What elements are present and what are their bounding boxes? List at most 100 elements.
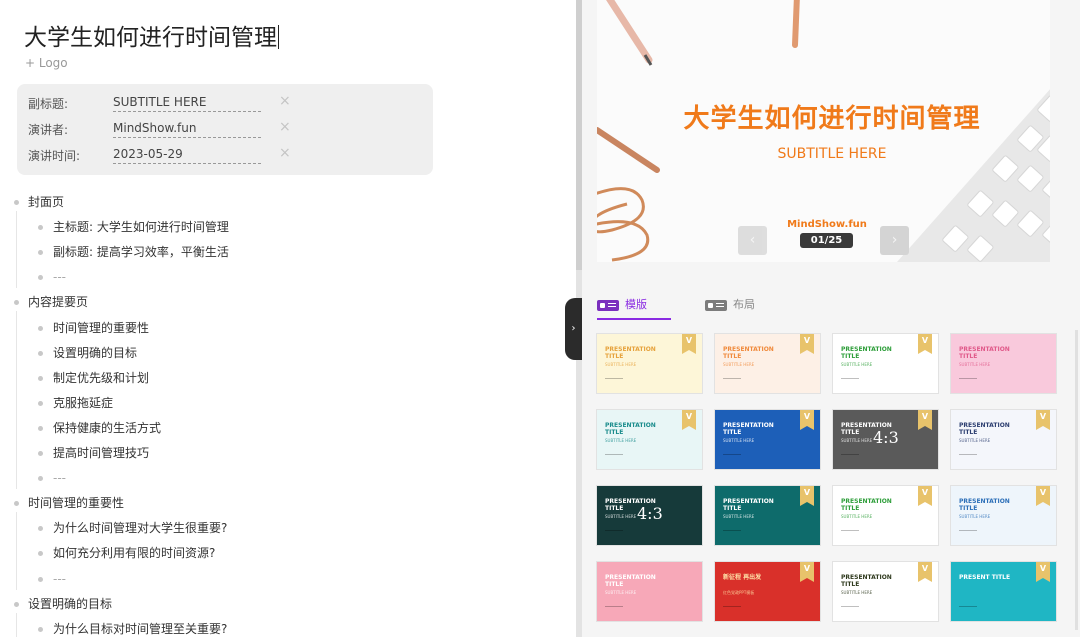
outline-item[interactable]: 克服拖延症 [37, 394, 113, 412]
bullet-icon[interactable] [38, 577, 43, 582]
vip-badge-icon: V [682, 334, 696, 354]
cover-meta-panel: 副标题: SUBTITLE HERE × 演讲者: MindShow.fun ×… [17, 84, 433, 175]
template-subtitle: SUBTITLE HERE [841, 362, 873, 367]
bullet-icon[interactable] [38, 225, 43, 230]
outline-item[interactable]: --- [37, 570, 66, 588]
outline-item[interactable]: 为什么时间管理对大学生很重要? [37, 519, 227, 537]
template-dark-43-a[interactable]: PRESENTATION TITLE SUBTITLE HERE 4:3 V [832, 409, 939, 470]
template-cyan-doctor[interactable]: PRESENT TITLE V [950, 561, 1057, 622]
outline-text: 时间管理的重要性 [28, 496, 125, 510]
template-title: PRESENTATION TITLE [841, 574, 892, 588]
add-logo-link[interactable]: + Logo [25, 56, 68, 70]
outline-section[interactable]: 封面页 [12, 193, 64, 211]
bullet-icon[interactable] [14, 602, 19, 607]
template-red-new-journey[interactable]: 新征程 再出发 红色党政PPT模板 V [714, 561, 821, 622]
bullet-icon[interactable] [38, 351, 43, 356]
outline-item[interactable]: --- [37, 268, 66, 286]
outline-section[interactable]: 时间管理的重要性 [12, 494, 124, 512]
outline-item[interactable]: 设置明确的目标 [37, 344, 137, 362]
template-green-classroom[interactable]: PRESENTATION TITLE SUBTITLE HERE V [832, 485, 939, 546]
template-blue-chart[interactable]: PRESENTATION TITLE SUBTITLE HERE V [714, 409, 821, 470]
template-footer-line [605, 454, 623, 459]
outline-section[interactable]: 内容提要页 [12, 293, 88, 311]
outline-rail [16, 311, 17, 489]
template-orange-finance[interactable]: PRESENTATION TITLE SUBTITLE HERE V [714, 333, 821, 394]
bullet-icon[interactable] [38, 451, 43, 456]
template-subtitle: SUBTITLE HERE [723, 438, 755, 443]
outline-text: 克服拖延症 [53, 396, 114, 410]
speaker-field[interactable]: MindShow.fun [113, 121, 261, 138]
bullet-icon[interactable] [38, 426, 43, 431]
tab-templates[interactable]: 模版 [597, 290, 671, 320]
template-blue-students[interactable]: PRESENTATION TITLE SUBTITLE HERE V [950, 485, 1057, 546]
outline-item[interactable]: 制定优先级和计划 [37, 369, 149, 387]
clear-icon[interactable]: × [279, 145, 291, 161]
clear-icon[interactable]: × [279, 93, 291, 109]
bullet-icon[interactable] [14, 200, 19, 205]
clear-icon[interactable]: × [279, 119, 291, 135]
template-footer-line [841, 606, 859, 611]
outline-item[interactable]: 时间管理的重要性 [37, 319, 149, 337]
template-subtitle: SUBTITLE HERE [841, 514, 873, 519]
outline-text: --- [53, 270, 66, 284]
meta-row-subtitle: 副标题: SUBTITLE HERE × [28, 92, 428, 114]
meta-row-speaker: 演讲者: MindShow.fun × [28, 118, 428, 140]
template-title: PRESENTATION TITLE [841, 498, 892, 512]
template-chevron-olive[interactable]: PRESENTATION TITLE SUBTITLE HERE V [832, 561, 939, 622]
outline-item[interactable]: 副标题: 提高学习效率，平衡生活 [37, 243, 229, 261]
next-slide-button[interactable]: › [880, 226, 909, 255]
bullet-icon[interactable] [38, 376, 43, 381]
tab-layout[interactable]: 布局 [705, 290, 765, 320]
template-teal-umbrella[interactable]: PRESENTATION TITLE SUBTITLE HERE V [596, 409, 703, 470]
template-science-flask[interactable]: PRESENTATION TITLE SUBTITLE HERE V [950, 409, 1057, 470]
template-title: PRESENTATION TITLE [959, 346, 1010, 360]
aspect-ratio-label: 4:3 [873, 428, 899, 447]
vip-badge-icon: V [800, 410, 814, 430]
outline-item[interactable]: 为什么目标对时间管理至关重要? [37, 620, 227, 637]
bullet-icon[interactable] [14, 501, 19, 506]
template-green-arrow[interactable]: PRESENTATION TITLE SUBTITLE HERE V [832, 333, 939, 394]
template-footer-line [605, 378, 623, 383]
outline-text: 时间管理的重要性 [53, 321, 150, 335]
bullet-icon[interactable] [38, 275, 43, 280]
bullet-icon[interactable] [38, 627, 43, 632]
template-title: PRESENTATION TITLE [723, 422, 774, 436]
slide-subtitle: SUBTITLE HERE [777, 146, 887, 162]
bullet-icon[interactable] [38, 326, 43, 331]
date-field[interactable]: 2023-05-29 [113, 147, 261, 164]
template-dark-43-b[interactable]: PRESENTATION TITLE SUBTITLE HERE 4:3 [596, 485, 703, 546]
bullet-icon[interactable] [38, 476, 43, 481]
outline-item[interactable]: 提高时间管理技巧 [37, 444, 149, 462]
bullet-icon[interactable] [38, 401, 43, 406]
template-title: PRESENTATION TITLE [723, 346, 774, 360]
outline-item[interactable]: 主标题: 大学生如何进行时间管理 [37, 218, 229, 236]
outline-section[interactable]: 设置明确的目标 [12, 595, 112, 613]
template-scrollbar[interactable] [1075, 330, 1078, 630]
template-subtitle: SUBTITLE HERE [959, 514, 991, 519]
template-cartoon-monster[interactable]: PRESENTATION TITLE SUBTITLE HERE V [596, 333, 703, 394]
bullet-icon[interactable] [38, 526, 43, 531]
collapse-panel-button[interactable]: › [565, 298, 582, 360]
slide-brand: MindShow.fun [787, 219, 867, 230]
outline-item[interactable]: --- [37, 469, 66, 487]
template-title: PRESENTATION TITLE [605, 346, 656, 360]
template-teal-city[interactable]: PRESENTATION TITLE SUBTITLE HERE V [714, 485, 821, 546]
preview-pane: 大学生如何进行时间管理 SUBTITLE HERE MindShow.fun 0… [582, 0, 1080, 637]
outline-rail [16, 211, 17, 288]
bullet-icon[interactable] [14, 300, 19, 305]
outline-item[interactable]: 保持健康的生活方式 [37, 419, 161, 437]
bullet-icon[interactable] [38, 250, 43, 255]
bullet-icon[interactable] [38, 551, 43, 556]
subtitle-field[interactable]: SUBTITLE HERE [113, 95, 261, 112]
template-pink-running[interactable]: PRESENTATION TITLE SUBTITLE HERE [596, 561, 703, 622]
prev-slide-button[interactable]: ‹ [738, 226, 767, 255]
outline-item[interactable]: 如何充分利用有限的时间资源? [37, 544, 215, 562]
template-pink-bunny[interactable]: PRESENTATION TITLE SUBTITLE HERE [950, 333, 1057, 394]
template-footer-line [605, 606, 623, 611]
template-subtitle: SUBTITLE HERE [841, 438, 873, 443]
template-subtitle: SUBTITLE HERE [605, 438, 637, 443]
document-title[interactable]: 大学生如何进行时间管理 [24, 18, 279, 52]
vip-badge-icon: V [918, 486, 932, 506]
vip-badge-icon: V [918, 562, 932, 582]
tab-label: 模版 [625, 298, 647, 311]
